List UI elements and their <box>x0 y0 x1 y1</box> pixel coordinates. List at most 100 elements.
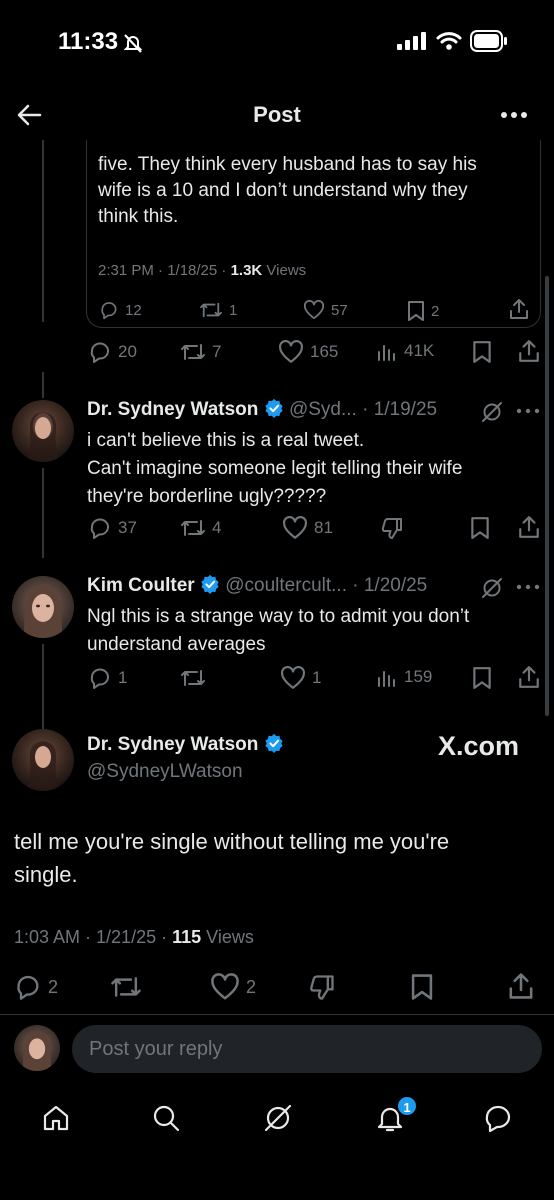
reply-input[interactable]: Post your reply <box>72 1025 542 1073</box>
bookmark-icon[interactable] <box>472 666 492 690</box>
thread-line <box>42 644 44 724</box>
user-avatar[interactable] <box>14 1025 60 1071</box>
quoted-repost-button[interactable]: 1 <box>199 300 237 320</box>
quoted-post-timestamp: 2:31 PM · 1/18/25 · 1.3K Views <box>98 262 307 279</box>
quoted-reply-button[interactable]: 12 <box>99 300 142 320</box>
parent-reply-button[interactable]: 20 <box>88 340 137 364</box>
author-block: Dr. Sydney Watson <box>87 733 284 756</box>
reply-icon <box>101 302 117 320</box>
heart-icon <box>303 300 325 320</box>
status-bar: 11:33 <box>0 0 554 90</box>
reply-icon <box>90 342 109 363</box>
avatar[interactable] <box>12 729 74 791</box>
signal-icon <box>397 32 426 50</box>
grok-icon[interactable] <box>480 400 504 424</box>
author-name[interactable]: Dr. Sydney Watson <box>87 399 258 420</box>
verified-badge-icon <box>201 574 219 594</box>
reply-header: Dr. Sydney Watson @Syd... · 1/19/25 <box>87 398 437 421</box>
analytics-icon <box>378 345 395 361</box>
reply-text: i can't believe this is a real tweet. Ca… <box>87 430 463 507</box>
avatar-portrait <box>26 412 60 462</box>
avatar[interactable] <box>12 400 74 462</box>
author-handle[interactable]: @SydneyLWatson <box>87 761 243 783</box>
verified-badge-icon <box>265 733 283 753</box>
grok-icon[interactable] <box>480 576 504 600</box>
share-icon[interactable] <box>518 515 540 539</box>
page-title: Post <box>253 102 301 127</box>
reply-button[interactable]: 37 <box>88 516 137 540</box>
silent-mode-icon <box>123 34 143 53</box>
scrollbar[interactable] <box>545 276 549 716</box>
status-time: 11:33 <box>58 28 119 55</box>
downvote-icon[interactable] <box>380 516 404 540</box>
quoted-bookmark-button[interactable]: 2 <box>407 300 439 322</box>
repost-icon <box>181 520 205 536</box>
avatar-portrait <box>26 741 60 791</box>
notification-badge: 1 <box>396 1095 418 1117</box>
repost-icon <box>200 302 222 318</box>
heart-icon <box>283 516 307 539</box>
reply-icon <box>17 975 39 1000</box>
battery-icon <box>470 30 507 52</box>
more-options-icon[interactable] <box>500 111 528 119</box>
like-button[interactable]: 2 <box>210 973 256 1001</box>
reply-text: Ngl this is a strange way to to admit yo… <box>87 606 470 655</box>
analytics-icon <box>378 671 395 687</box>
reply-icon <box>90 668 109 689</box>
share-icon[interactable] <box>518 665 540 689</box>
home-icon[interactable] <box>40 1102 72 1134</box>
bookmark-icon[interactable] <box>410 973 434 1001</box>
bookmark-icon[interactable] <box>472 340 492 364</box>
share-icon[interactable] <box>508 972 534 1000</box>
thread-line <box>42 140 44 322</box>
bookmark-icon <box>408 301 424 321</box>
handle-and-date: @coultercult... · 1/20/25 <box>225 575 428 596</box>
share-icon[interactable] <box>518 339 540 363</box>
quoted-like-button[interactable]: 57 <box>303 300 348 320</box>
watermark: X.com <box>438 731 520 761</box>
reply-button[interactable]: 2 <box>14 973 58 1001</box>
parent-like-button[interactable]: 165 <box>278 340 338 364</box>
downvote-icon[interactable] <box>308 973 336 1001</box>
repost-icon[interactable] <box>180 666 206 690</box>
heart-icon <box>281 666 305 689</box>
reply-post[interactable]: Kim Coulter @coultercult... · 1/20/25 Ng… <box>0 568 554 724</box>
views-button[interactable]: 159 <box>376 666 432 688</box>
avatar-portrait <box>22 1032 52 1071</box>
repost-button[interactable]: 4 <box>180 516 221 540</box>
thread-line <box>42 468 44 558</box>
messages-icon[interactable] <box>482 1102 514 1134</box>
verified-badge-icon <box>265 398 283 418</box>
avatar-portrait <box>24 586 62 638</box>
parent-views-button[interactable]: 41K <box>376 340 434 362</box>
search-icon[interactable] <box>150 1102 182 1134</box>
main-post: Dr. Sydney Watson @SydneyLWatson X.com t… <box>0 725 554 1015</box>
reply-composer: Post your reply <box>0 1014 554 1084</box>
post-timestamp: 1:03 AM · 1/21/25 · 115 Views <box>14 927 254 947</box>
avatar[interactable] <box>12 576 74 638</box>
heart-icon <box>211 973 239 1000</box>
bottom-nav: 1 <box>0 1090 554 1200</box>
share-icon[interactable] <box>509 298 529 320</box>
more-options-icon[interactable] <box>516 584 540 590</box>
quoted-post-card[interactable]: five. They think every husband has to sa… <box>86 140 541 328</box>
grok-icon[interactable] <box>262 1102 294 1134</box>
handle-and-date: @Syd... · 1/19/25 <box>288 399 438 420</box>
reply-icon <box>90 518 109 539</box>
post-text: tell me you're single without telling me… <box>14 829 450 887</box>
quoted-post-text: five. They think every husband has to sa… <box>98 154 477 227</box>
header: Post <box>0 90 554 140</box>
author-name[interactable]: Kim Coulter <box>87 575 195 596</box>
reply-header: Kim Coulter @coultercult... · 1/20/25 <box>87 574 427 597</box>
author-name[interactable]: Dr. Sydney Watson <box>87 734 258 755</box>
reply-button[interactable]: 1 <box>88 666 127 690</box>
repost-icon <box>181 344 205 360</box>
heart-icon <box>279 340 303 363</box>
like-button[interactable]: 1 <box>280 666 321 690</box>
like-button[interactable]: 81 <box>282 516 333 540</box>
repost-icon[interactable] <box>110 973 142 1001</box>
reply-post[interactable]: Dr. Sydney Watson @Syd... · 1/19/25 i ca… <box>0 392 554 558</box>
bookmark-icon[interactable] <box>470 516 490 540</box>
more-options-icon[interactable] <box>516 408 540 414</box>
parent-repost-button[interactable]: 7 <box>180 340 221 364</box>
